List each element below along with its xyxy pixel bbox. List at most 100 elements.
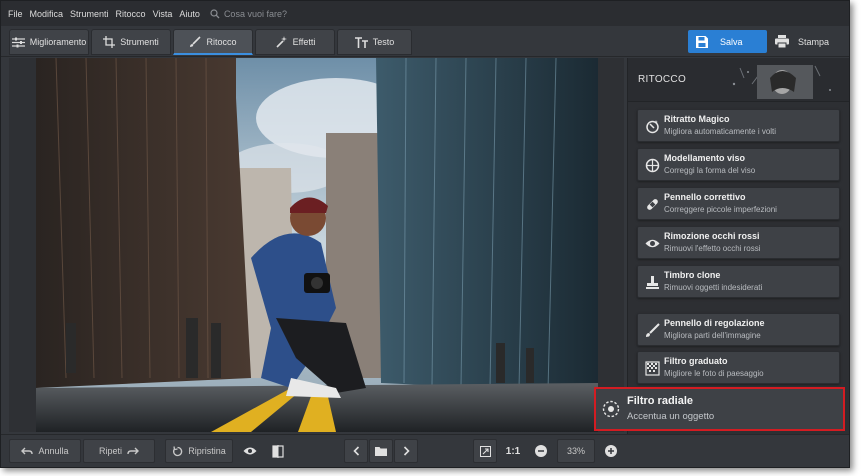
undo-icon [21, 447, 34, 454]
tab-label: Testo [372, 37, 395, 47]
tool-filtro-graduato[interactable]: Filtro graduato Migliore le foto di paes… [637, 351, 840, 384]
zoom-value: 33% [566, 446, 585, 456]
text-icon [354, 36, 368, 48]
reset-label: Ripristina [188, 446, 226, 456]
tool-rimozione-occhi-rossi[interactable]: Rimozione occhi rossi Rimuovi l'effetto … [637, 226, 840, 259]
menu-aiuto[interactable]: Aiuto [179, 9, 200, 19]
chevron-left-icon [352, 446, 359, 456]
zoom-value-field[interactable]: 33% [557, 439, 595, 463]
tool-desc: Migliore le foto di paesaggio [664, 369, 764, 378]
tool-name: Filtro graduato [664, 356, 728, 366]
tab-ritocco[interactable]: Ritocco [173, 29, 253, 55]
tool-pennello-di-regolazione[interactable]: Pennello di regolazione Migliora parti d… [637, 313, 840, 346]
printer-icon [775, 35, 789, 48]
tool-name: Pennello correttivo [664, 192, 746, 202]
open-folder-button[interactable] [369, 439, 393, 463]
gradient-icon [645, 361, 660, 376]
menu-modifica[interactable]: Modifica [30, 9, 64, 19]
radial-filter-icon [602, 400, 620, 418]
tool-name: Rimozione occhi rossi [664, 231, 760, 241]
tool-desc: Accentua un oggetto [627, 411, 715, 422]
image-canvas[interactable] [9, 58, 624, 432]
app-window: File Modifica Strumenti Ritocco Vista Ai… [0, 0, 850, 468]
undo-button[interactable]: Annulla [9, 439, 81, 463]
folder-icon [375, 447, 387, 456]
zoom-out-button[interactable] [531, 439, 551, 463]
tab-label: Strumenti [120, 37, 159, 47]
reset-button[interactable]: Ripristina [165, 439, 233, 463]
minus-circle-icon [535, 445, 547, 457]
tab-miglioramento[interactable]: Miglioramento [9, 29, 89, 55]
tool-desc: Correggere piccole imperfezioni [664, 205, 777, 214]
save-label: Salva [720, 36, 743, 47]
menu-vista[interactable]: Vista [153, 9, 173, 19]
menu-ritocco[interactable]: Ritocco [116, 9, 146, 19]
prev-image-button[interactable] [344, 439, 368, 463]
tool-name: Filtro radiale [627, 395, 694, 407]
fit-screen-icon [479, 445, 491, 457]
zoom-1to1-button[interactable]: 1:1 [501, 439, 525, 463]
panel-title: RITOCCO [638, 74, 687, 85]
tool-modellamento-viso[interactable]: Modellamento viso Correggi la forma del … [637, 148, 840, 181]
tool-name: Timbro clone [664, 270, 721, 280]
tool-name: Pennello di regolazione [664, 318, 765, 328]
tool-desc: Migliora automaticamente i volti [664, 127, 777, 136]
tab-label: Effetti [292, 37, 316, 47]
tab-testo[interactable]: Testo [337, 29, 412, 55]
tool-desc: Migliora parti dell'immagine [664, 331, 761, 340]
search-icon [210, 8, 220, 18]
tool-name: Ritratto Magico [664, 114, 730, 124]
print-label: Stampa [798, 36, 830, 47]
menu-bar: File Modifica Strumenti Ritocco Vista Ai… [1, 1, 849, 26]
save-button[interactable]: Salva [688, 30, 767, 53]
photo-street-photographer [36, 58, 598, 432]
tool-desc: Rimuovi oggetti indesiderati [664, 283, 763, 292]
eye-icon [645, 239, 660, 248]
face-shape-icon [645, 158, 660, 173]
tool-desc: Correggi la forma del viso [664, 166, 756, 175]
preview-button[interactable] [237, 439, 263, 463]
crop-icon [103, 36, 116, 48]
tool-name: Modellamento viso [664, 153, 746, 163]
redo-label: Ripeti [98, 446, 122, 456]
tab-label: Ritocco [206, 36, 237, 47]
redo-icon [127, 447, 139, 454]
next-image-button[interactable] [394, 439, 418, 463]
menu-strumenti[interactable]: Strumenti [70, 9, 109, 19]
search-placeholder: Cosa vuoi fare? [223, 8, 287, 19]
reset-icon [173, 445, 183, 456]
compare-button[interactable] [265, 439, 291, 463]
compare-icon [272, 444, 284, 458]
tool-ritratto-magico[interactable]: Ritratto Magico Migliora automaticamente… [637, 109, 840, 142]
tool-pennello-correttivo[interactable]: Pennello correttivo Correggere piccole i… [637, 187, 840, 220]
stamp-icon [646, 276, 659, 289]
bandage-icon [647, 199, 658, 210]
undo-label: Annulla [38, 446, 69, 456]
search-box[interactable]: Cosa vuoi fare? [210, 9, 287, 19]
eye-icon [243, 447, 257, 455]
sliders-icon [11, 37, 25, 47]
tab-effetti[interactable]: Effetti [255, 29, 335, 55]
zoom-1to1-label: 1:1 [505, 445, 521, 457]
retouch-panel: RITOCCO Ritratto Magico Migliora automat… [627, 58, 849, 434]
redo-button[interactable]: Ripeti [83, 439, 155, 463]
tool-desc: Rimuovi l'effetto occhi rossi [664, 244, 761, 253]
bottom-toolbar: Annulla Ripeti Ripristina 1:1 33% [1, 434, 849, 467]
plus-circle-icon [605, 445, 617, 457]
portrait-thumbnail-icon [732, 65, 831, 99]
save-icon [696, 35, 708, 48]
brush-icon [190, 35, 202, 47]
tab-strumenti[interactable]: Strumenti [91, 29, 171, 55]
menu-file[interactable]: File [8, 9, 23, 19]
magic-wand-icon [275, 35, 287, 48]
tool-timbro-clone[interactable]: Timbro clone Rimuovi oggetti indesiderat… [637, 265, 840, 298]
magic-portrait-icon [646, 120, 659, 134]
brush-icon [646, 323, 660, 337]
fit-screen-button[interactable] [473, 439, 497, 463]
chevron-right-icon [403, 446, 410, 456]
panel-header: RITOCCO [628, 58, 849, 102]
tool-filtro-radiale[interactable]: Filtro radiale Accentua un oggetto [594, 387, 845, 431]
tab-label: Miglioramento [29, 37, 87, 47]
print-button[interactable]: Stampa [771, 30, 843, 53]
zoom-in-button[interactable] [601, 439, 621, 463]
